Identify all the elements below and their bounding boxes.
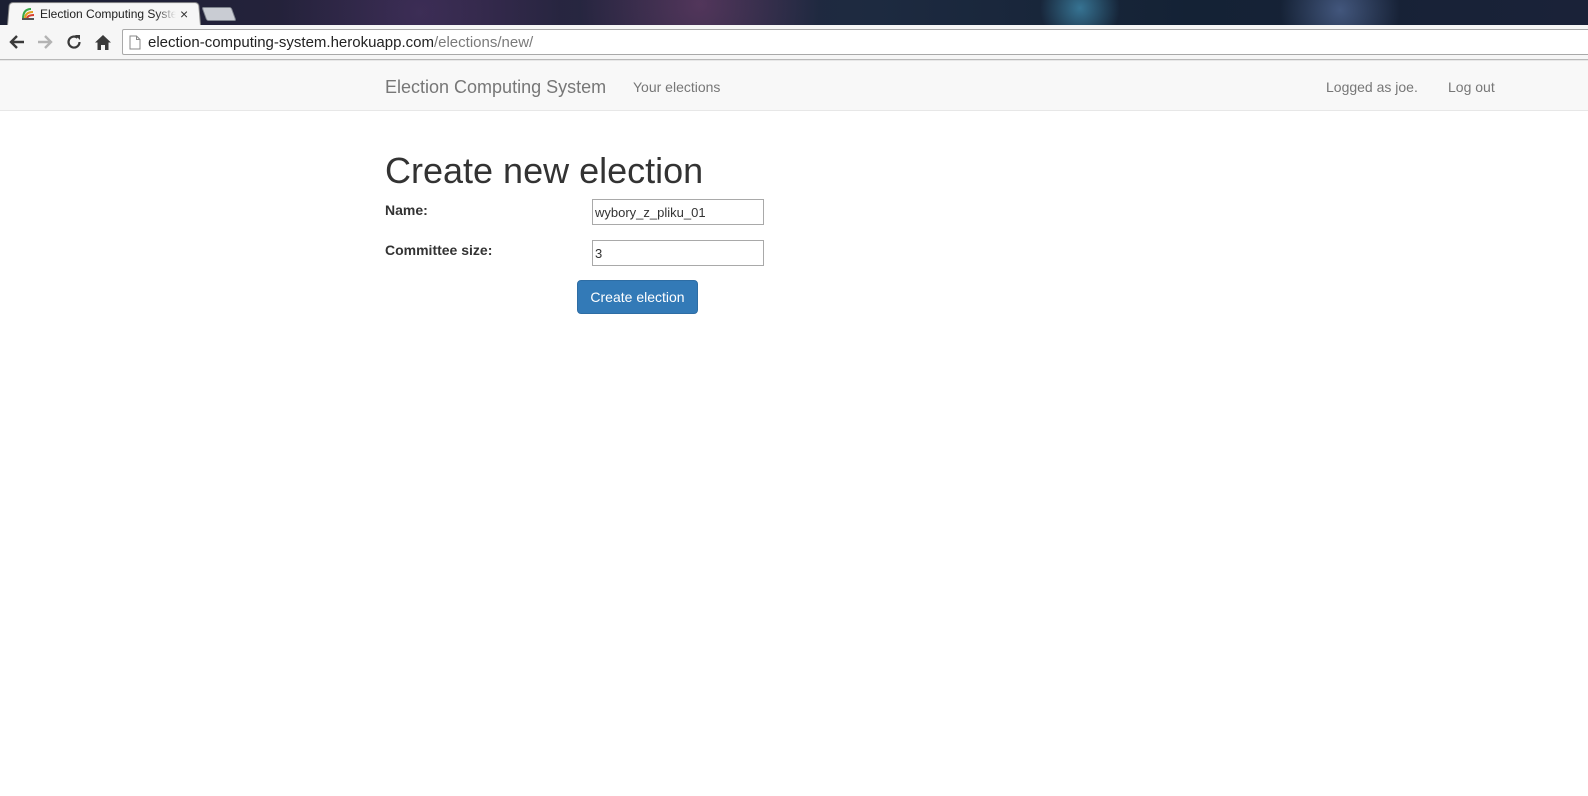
tab-close-icon[interactable]: × [180, 7, 188, 21]
nav-link-your-elections[interactable]: Your elections [633, 79, 720, 95]
url-path: /elections/new/ [433, 33, 534, 51]
tab-title: Election Computing System [40, 6, 176, 21]
committee-size-input[interactable] [592, 240, 764, 266]
url-host: election-computing-system.herokuapp.com [148, 33, 434, 51]
address-bar[interactable]: election-computing-system.herokuapp.com … [122, 29, 1588, 55]
app-navbar: Election Computing System Your elections… [0, 60, 1588, 111]
home-icon[interactable] [92, 32, 114, 52]
back-arrow-icon[interactable] [6, 32, 28, 52]
active-tab[interactable]: Election Computing System × [8, 2, 200, 25]
navbar-brand[interactable]: Election Computing System [385, 77, 606, 98]
name-input[interactable] [592, 199, 764, 225]
browser-tab-strip: Election Computing System × [0, 0, 1588, 26]
committee-size-label: Committee size: [385, 242, 493, 258]
browser-toolbar: election-computing-system.herokuapp.com … [0, 25, 1588, 60]
forward-arrow-icon[interactable] [34, 32, 56, 52]
logged-in-user-text: Logged as joe. [1326, 79, 1418, 95]
page-title: Create new election [385, 150, 704, 191]
create-election-button[interactable]: Create election [577, 280, 698, 314]
name-label: Name: [385, 202, 428, 218]
reload-icon[interactable] [63, 32, 85, 52]
new-tab-button[interactable] [201, 7, 237, 21]
app-favicon-icon [20, 6, 36, 22]
nav-link-log-out[interactable]: Log out [1448, 79, 1495, 95]
page-icon [129, 35, 141, 50]
